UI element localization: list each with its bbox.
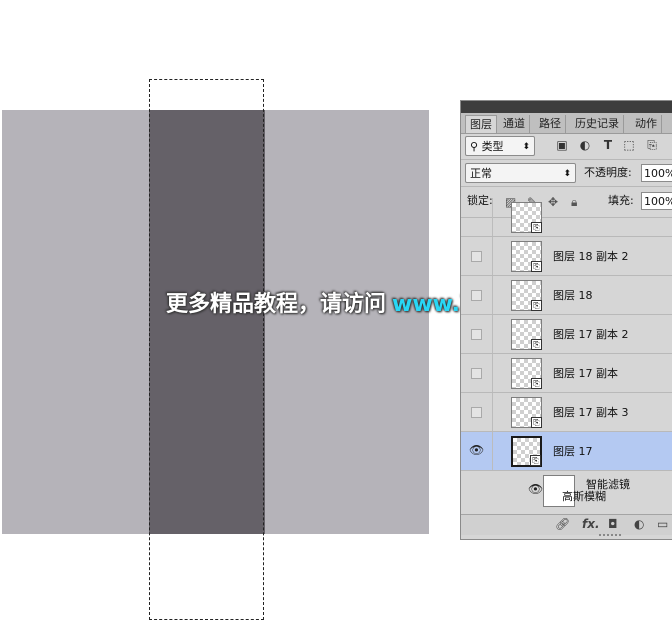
layer-row[interactable]: ⎘ 图层 18 副本 2	[461, 237, 672, 276]
layer-thumbnail: ⎘	[511, 397, 542, 428]
blend-mode-value: 正常	[470, 167, 492, 180]
image-filter-icon[interactable]: ▣	[555, 138, 569, 152]
visibility-toggle[interactable]	[471, 290, 482, 301]
panel-tab-row: 图层 通道 路径 历史记录 动作	[461, 113, 672, 134]
mask-icon[interactable]: ◘	[608, 517, 618, 531]
opacity-label: 不透明度:	[584, 166, 632, 179]
row-divider	[492, 354, 493, 392]
layer-thumbnail: ⎘	[511, 436, 542, 467]
layer-name[interactable]: 图层 18 副本 2	[553, 237, 629, 276]
tab-paths[interactable]: 路径	[535, 115, 566, 133]
layer-row[interactable]: ⎘ 图层 18	[461, 276, 672, 315]
layer-thumbnail: ⎘	[511, 241, 542, 272]
layer-thumbnail: ⎘	[511, 202, 542, 233]
adjustment-icon[interactable]: ◐	[634, 517, 644, 531]
fx-icon[interactable]: fx.	[582, 517, 600, 531]
filter-type-select[interactable]: ⚲ 类型 ⬍	[465, 136, 535, 156]
layer-thumbnail: ⎘	[511, 358, 542, 389]
row-divider	[492, 315, 493, 353]
row-divider	[492, 198, 493, 236]
layer-name[interactable]: 图层 18	[553, 276, 593, 315]
tab-layers[interactable]: 图层	[465, 115, 497, 133]
blend-row: 正常 ⬍ 不透明度: 100%	[461, 160, 672, 187]
smart-object-icon: ⎘	[531, 417, 542, 428]
filter-item-gaussian-blur[interactable]: 高斯模糊	[562, 487, 606, 507]
tab-history[interactable]: 历史记录	[571, 115, 624, 133]
folder-icon[interactable]: ▭	[657, 517, 668, 531]
panel-bottom-toolbar: 🔗︎ fx. ◘ ◐ ▭	[461, 514, 672, 535]
row-divider	[492, 276, 493, 314]
filter-type-value: 类型	[481, 140, 504, 153]
layer-name[interactable]: 图层 17 副本 3	[553, 393, 629, 432]
layer-row[interactable]: ⎘ 图层 17 副本 3	[461, 393, 672, 432]
filter-row: ⚲ 类型 ⬍ ▣ ◐ T ⬚ ⎘	[461, 133, 672, 160]
smart-object-icon: ⎘	[531, 300, 542, 311]
layer-name[interactable]: 图层 17 副本	[553, 354, 618, 393]
row-divider	[492, 393, 493, 431]
blend-mode-select[interactable]: 正常 ⬍	[465, 163, 576, 183]
tab-actions[interactable]: 动作	[631, 115, 662, 133]
layer-row-selected[interactable]: 👁︎ ⎘ 图层 17	[461, 432, 672, 471]
shape-filter-icon[interactable]: ⬚	[622, 138, 636, 152]
type-filter-icon[interactable]: T	[601, 138, 615, 152]
visibility-toggle[interactable]	[471, 329, 482, 340]
marquee-selection	[149, 79, 264, 620]
layer-row-partial[interactable]: ⎘	[461, 198, 672, 237]
row-divider	[492, 237, 493, 275]
layer-name[interactable]: 图层 17 副本 2	[553, 315, 629, 354]
visibility-toggle[interactable]	[471, 407, 482, 418]
watermark-text: 更多精品教程，请访问	[166, 292, 387, 317]
panel-title-bar[interactable]	[461, 101, 672, 113]
tab-channels[interactable]: 通道	[499, 115, 530, 133]
layers-list: ⎘ ⎘ 图层 18 副本 2 ⎘ 图层 18 ⎘ 图层 17 副本 2 ⎘ 图层…	[461, 198, 672, 514]
up-down-arrows-icon: ⬍	[522, 142, 530, 152]
smart-object-icon: ⎘	[531, 378, 542, 389]
eye-icon[interactable]: 👁︎	[528, 482, 543, 496]
visibility-toggle[interactable]	[471, 368, 482, 379]
up-down-arrows-icon: ⬍	[563, 169, 571, 179]
resize-grip[interactable]	[599, 534, 621, 539]
eye-icon[interactable]: 👁︎	[469, 443, 484, 457]
smart-filters-row[interactable]: 👁︎ 智能滤镜 高斯模糊	[461, 471, 672, 514]
row-divider	[492, 432, 493, 470]
layer-thumbnail: ⎘	[511, 280, 542, 311]
smart-object-filter-icon[interactable]: ⎘	[645, 138, 659, 153]
layers-panel: 图层 通道 路径 历史记录 动作 ⚲ 类型 ⬍ ▣ ◐ T ⬚ ⎘ 正常 ⬍ 不…	[460, 100, 672, 540]
adjustment-filter-icon[interactable]: ◐	[578, 138, 592, 152]
layer-row[interactable]: ⎘ 图层 17 副本	[461, 354, 672, 393]
visibility-toggle[interactable]	[471, 251, 482, 262]
smart-object-icon: ⎘	[531, 222, 542, 233]
layer-thumbnail: ⎘	[511, 319, 542, 350]
link-icon[interactable]: 🔗︎	[555, 517, 570, 531]
opacity-input[interactable]: 100%	[641, 164, 672, 182]
layer-row[interactable]: ⎘ 图层 17 副本 2	[461, 315, 672, 354]
smart-object-icon: ⎘	[530, 455, 541, 466]
smart-object-icon: ⎘	[531, 261, 542, 272]
smart-object-icon: ⎘	[531, 339, 542, 350]
search-icon: ⚲	[470, 140, 482, 153]
